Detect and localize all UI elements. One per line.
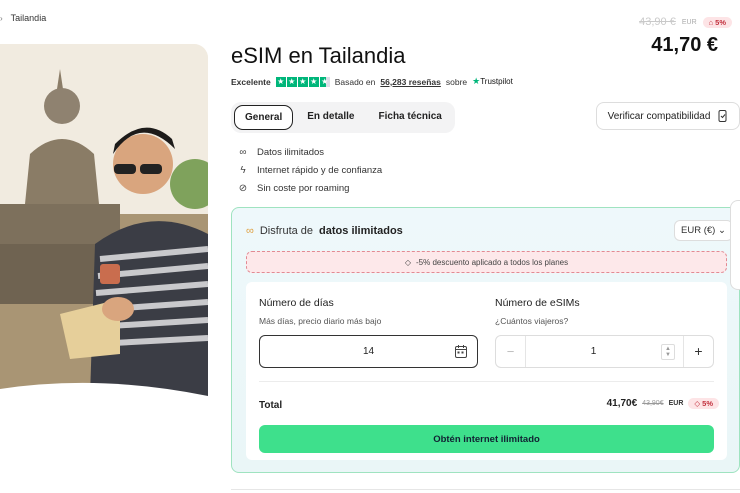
trustpilot-logo[interactable]: ★Trustpilot [472,76,513,87]
divider [231,489,740,490]
discount-banner-text: -5% descuento aplicado a todos los plane… [416,257,569,267]
esims-label: Número de eSIMs [495,297,580,309]
get-internet-button[interactable]: Obtén internet ilimitado [259,425,714,453]
increment-button[interactable]: + [683,336,713,367]
plan-card: ∞ Disfruta de datos ilimitados EUR (€) ⌄… [231,207,740,473]
calendar-icon[interactable] [455,345,467,358]
feature-item: ⊘ Sin coste por roaming [237,179,382,197]
feature-text: Sin coste por roaming [257,182,350,194]
breadcrumb-current[interactable]: Tailandia [11,13,47,23]
tab-general[interactable]: General [234,105,294,130]
based-prefix: Basado en [334,76,376,87]
tab-bar: General En detalle Ficha técnica [231,102,455,133]
esims-sub: ¿Cuántos viajeros? [495,316,569,326]
star-icon: ★ [275,76,286,87]
days-value: 14 [362,346,375,357]
old-price: 43,90 € [639,16,676,28]
feature-item: ∞ Datos ilimitados [237,143,382,161]
days-sub: Más días, precio diario más bajo [259,316,382,326]
plan-form: Número de días Más días, precio diario m… [246,282,727,460]
infinity-icon: ∞ [239,146,247,158]
divider [259,381,714,382]
tag-icon: ⌂ [708,17,714,27]
total-old-price: 43,90€ [642,400,664,407]
discount-banner: ◇ -5% descuento aplicado a todos los pla… [246,251,727,273]
decrement-button[interactable]: − [496,336,526,367]
infinity-icon: ∞ [246,225,254,237]
lightning-icon: ϟ [240,164,246,176]
heading-bold: datos ilimitados [319,225,403,237]
days-label: Número de días [259,297,334,309]
page-title: eSIM en Tailandia [231,43,406,68]
based-suffix: sobre [445,76,468,87]
price-box: 43,90 € EUR ⌂ 5% 41,70 € [639,16,732,57]
tag-icon: ◇ [694,399,701,408]
feature-text: Internet rápido y de confianza [257,164,383,176]
currency-code: EUR [681,18,697,26]
half-star-icon: ★ [319,76,330,87]
breadcrumb-separator: › [0,13,3,23]
feature-text: Datos ilimitados [257,146,325,158]
star-icon: ★ [308,76,319,87]
plan-heading: ∞ Disfruta de datos ilimitados [246,225,403,237]
heading-prefix: Disfruta de [259,225,314,237]
reviews-link[interactable]: 56,283 reseñas [380,77,441,87]
feature-item: ϟ Internet rápido y de confianza [237,161,382,179]
total-discount-badge: ◇ 5% [688,398,719,409]
total-badge-value: 5% [702,399,713,408]
total-currency: EUR [668,400,684,407]
star-icon: ★ [297,76,308,87]
chevron-down-icon: ⌄ [717,225,726,236]
tab-detail[interactable]: En detalle [297,105,364,130]
rating-label: Excelente [231,76,271,87]
total-price-group: 41,70€ 43,90€ EUR ◇ 5% [607,398,719,409]
total-label: Total [259,400,283,411]
hero-image [0,44,208,396]
trustpilot-text: Trustpilot [480,77,513,86]
currency-select[interactable]: EUR (€) ⌄ [674,220,733,241]
star-rating: ★ ★ ★ ★ ★ [275,76,330,87]
feature-list: ∞ Datos ilimitados ϟ Internet rápido y de … [237,143,382,197]
discount-value: 5% [715,17,726,27]
esims-stepper: − 1 ▲ ▼ + [495,335,714,368]
discount-badge: ⌂ 5% [702,16,732,28]
spin-icon[interactable]: ▲ ▼ [661,343,675,360]
trustpilot-star-icon: ★ [472,76,481,86]
rating-row: Excelente ★ ★ ★ ★ ★ Basado en 56,283 res… [231,76,513,87]
side-panel-tab[interactable] [730,200,740,290]
current-price: 41,70 € [651,34,718,56]
days-input[interactable]: 14 [259,335,478,368]
currency-value: EUR (€) [681,225,716,236]
verify-label: Verificar compatibilidad [607,110,711,122]
tab-specs[interactable]: Ficha técnica [369,105,452,130]
verify-compatibility-button[interactable]: Verificar compatibilidad [596,102,740,130]
tag-icon: ◇ [404,257,412,267]
total-price: 41,70€ [606,398,638,409]
no-roaming-icon: ⊘ [238,182,248,194]
star-icon: ★ [286,76,297,87]
esims-value[interactable]: 1 [526,346,661,357]
phone-check-icon [718,110,727,122]
breadcrumb: › Tailandia [0,13,46,23]
